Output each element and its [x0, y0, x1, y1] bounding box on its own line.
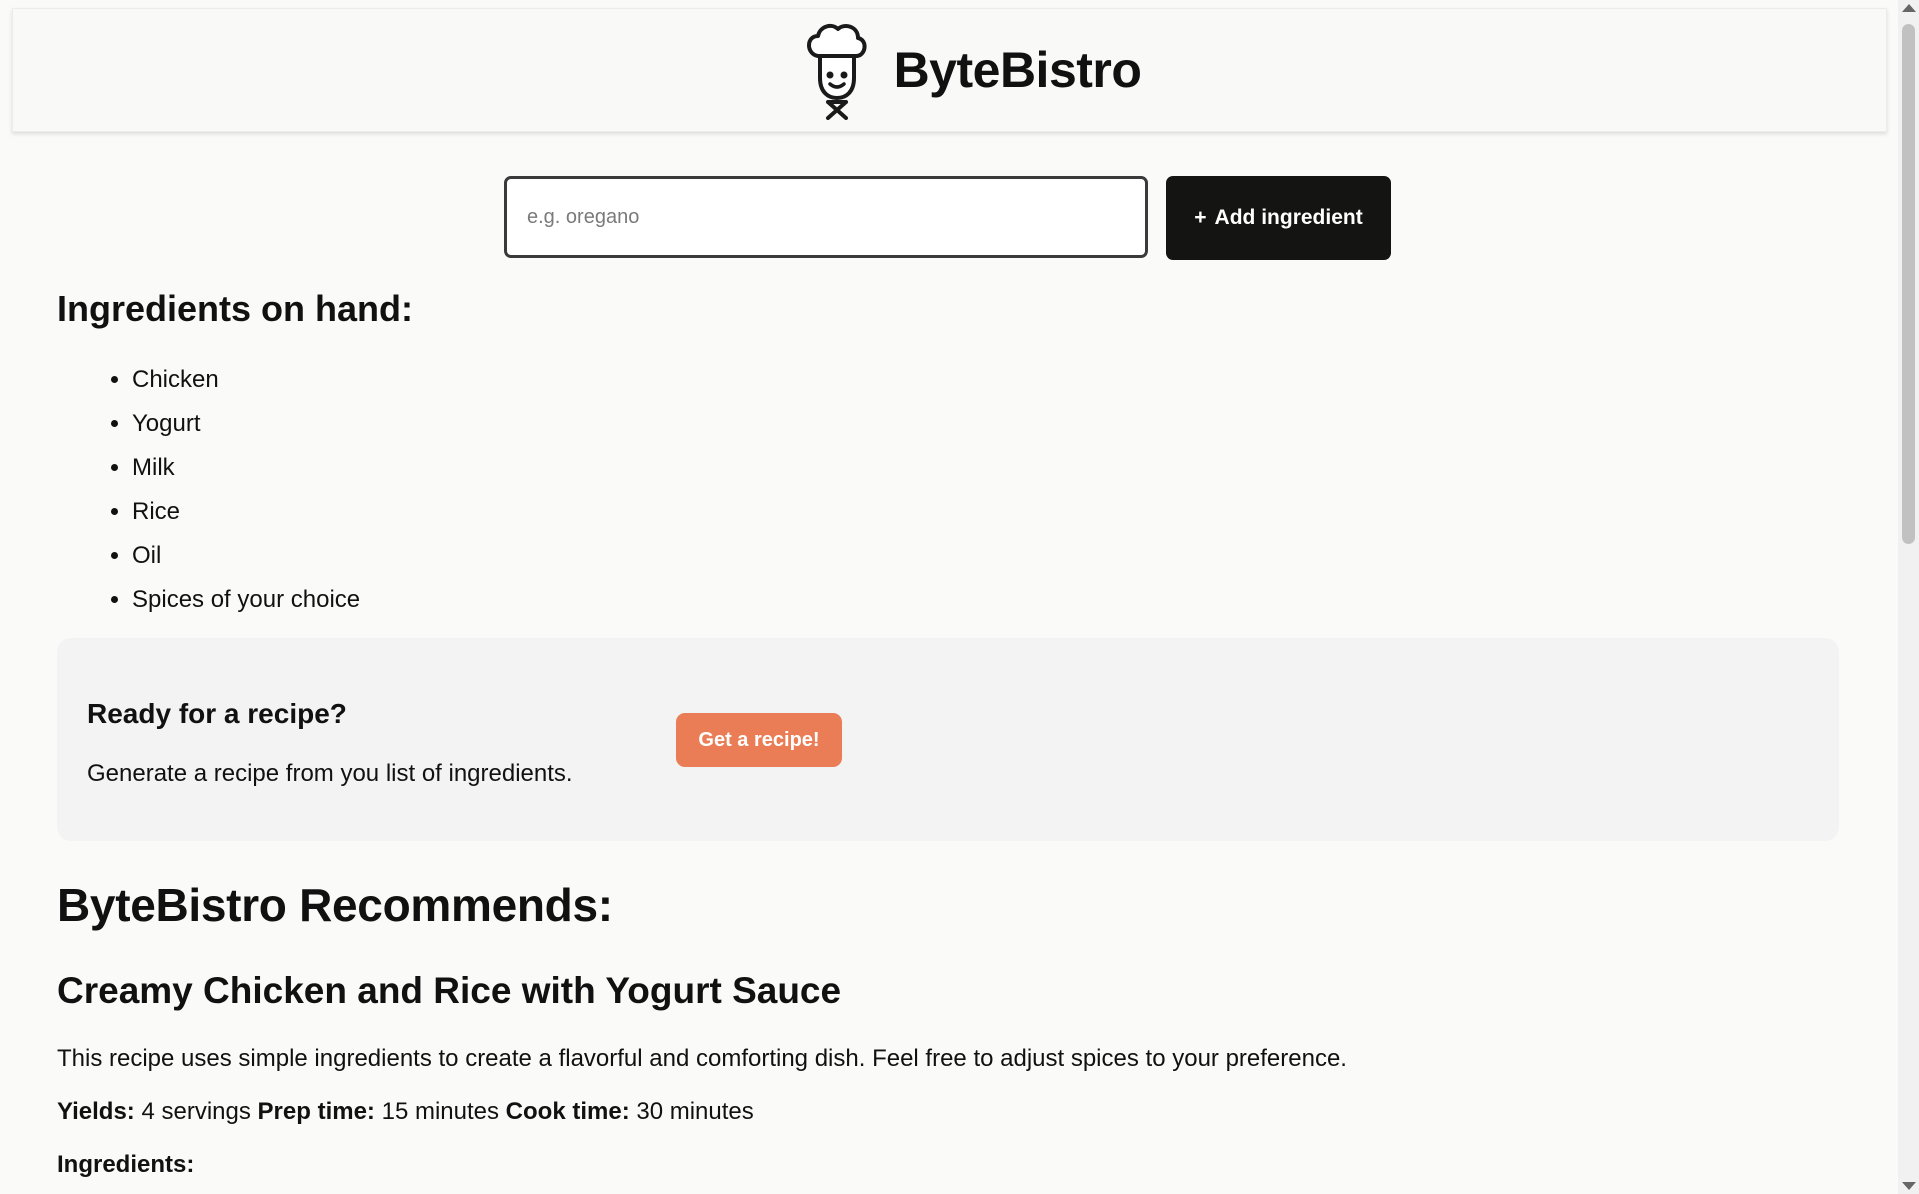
- recipe-meta: Yields: 4 servings Prep time: 15 minutes…: [57, 1098, 754, 1126]
- ingredients-on-hand-title: Ingredients on hand:: [57, 288, 413, 329]
- prep-time-label: Prep time:: [257, 1098, 375, 1125]
- scroll-up-icon[interactable]: [1902, 4, 1916, 12]
- add-ingredient-label: Add ingredient: [1214, 206, 1363, 229]
- vertical-scrollbar[interactable]: [1898, 0, 1919, 1194]
- recipe-title: Creamy Chicken and Rice with Yogurt Sauc…: [57, 970, 842, 1011]
- brand[interactable]: ByteBistro: [800, 20, 1142, 120]
- recipe-ingredients-heading: Ingredients:: [57, 1151, 195, 1178]
- cta-title: Ready for a recipe?: [87, 698, 347, 729]
- list-item: Milk: [132, 446, 360, 490]
- add-ingredient-button[interactable]: + Add ingredient: [1166, 176, 1391, 260]
- scrollbar-thumb[interactable]: [1902, 24, 1915, 544]
- list-item: Oil: [132, 534, 360, 578]
- chef-icon: [806, 23, 867, 120]
- get-recipe-button[interactable]: Get a recipe!: [676, 713, 842, 767]
- recipe-cta-panel: Ready for a recipe? Generate a recipe fr…: [57, 638, 1839, 841]
- cook-time-label: Cook time:: [505, 1098, 630, 1125]
- site-header: ByteBistro: [12, 8, 1887, 132]
- brand-name: ByteBistro: [893, 42, 1142, 98]
- prep-time-value: 15 minutes: [381, 1098, 499, 1125]
- recipe-description: This recipe uses simple ingredients to c…: [57, 1045, 1347, 1072]
- recommends-title: ByteBistro Recommends:: [57, 879, 613, 931]
- ingredient-input[interactable]: [504, 176, 1148, 258]
- list-item: Yogurt: [132, 402, 360, 446]
- cook-time-value: 30 minutes: [636, 1098, 754, 1125]
- plus-icon: +: [1194, 206, 1207, 229]
- list-item: Rice: [132, 490, 360, 534]
- page: ByteBistro + Add ingredient Ingredients …: [0, 0, 1898, 1194]
- yields-value: 4 servings: [141, 1098, 251, 1125]
- yields-label: Yields:: [57, 1098, 135, 1125]
- list-item: Chicken: [132, 358, 360, 402]
- ingredients-list: Chicken Yogurt Milk Rice Oil Spices of y…: [57, 358, 360, 622]
- list-item: Spices of your choice: [132, 578, 360, 622]
- add-ingredient-form: + Add ingredient: [504, 176, 1391, 260]
- cta-text: Generate a recipe from you list of ingre…: [87, 760, 573, 787]
- scroll-down-icon[interactable]: [1902, 1182, 1916, 1190]
